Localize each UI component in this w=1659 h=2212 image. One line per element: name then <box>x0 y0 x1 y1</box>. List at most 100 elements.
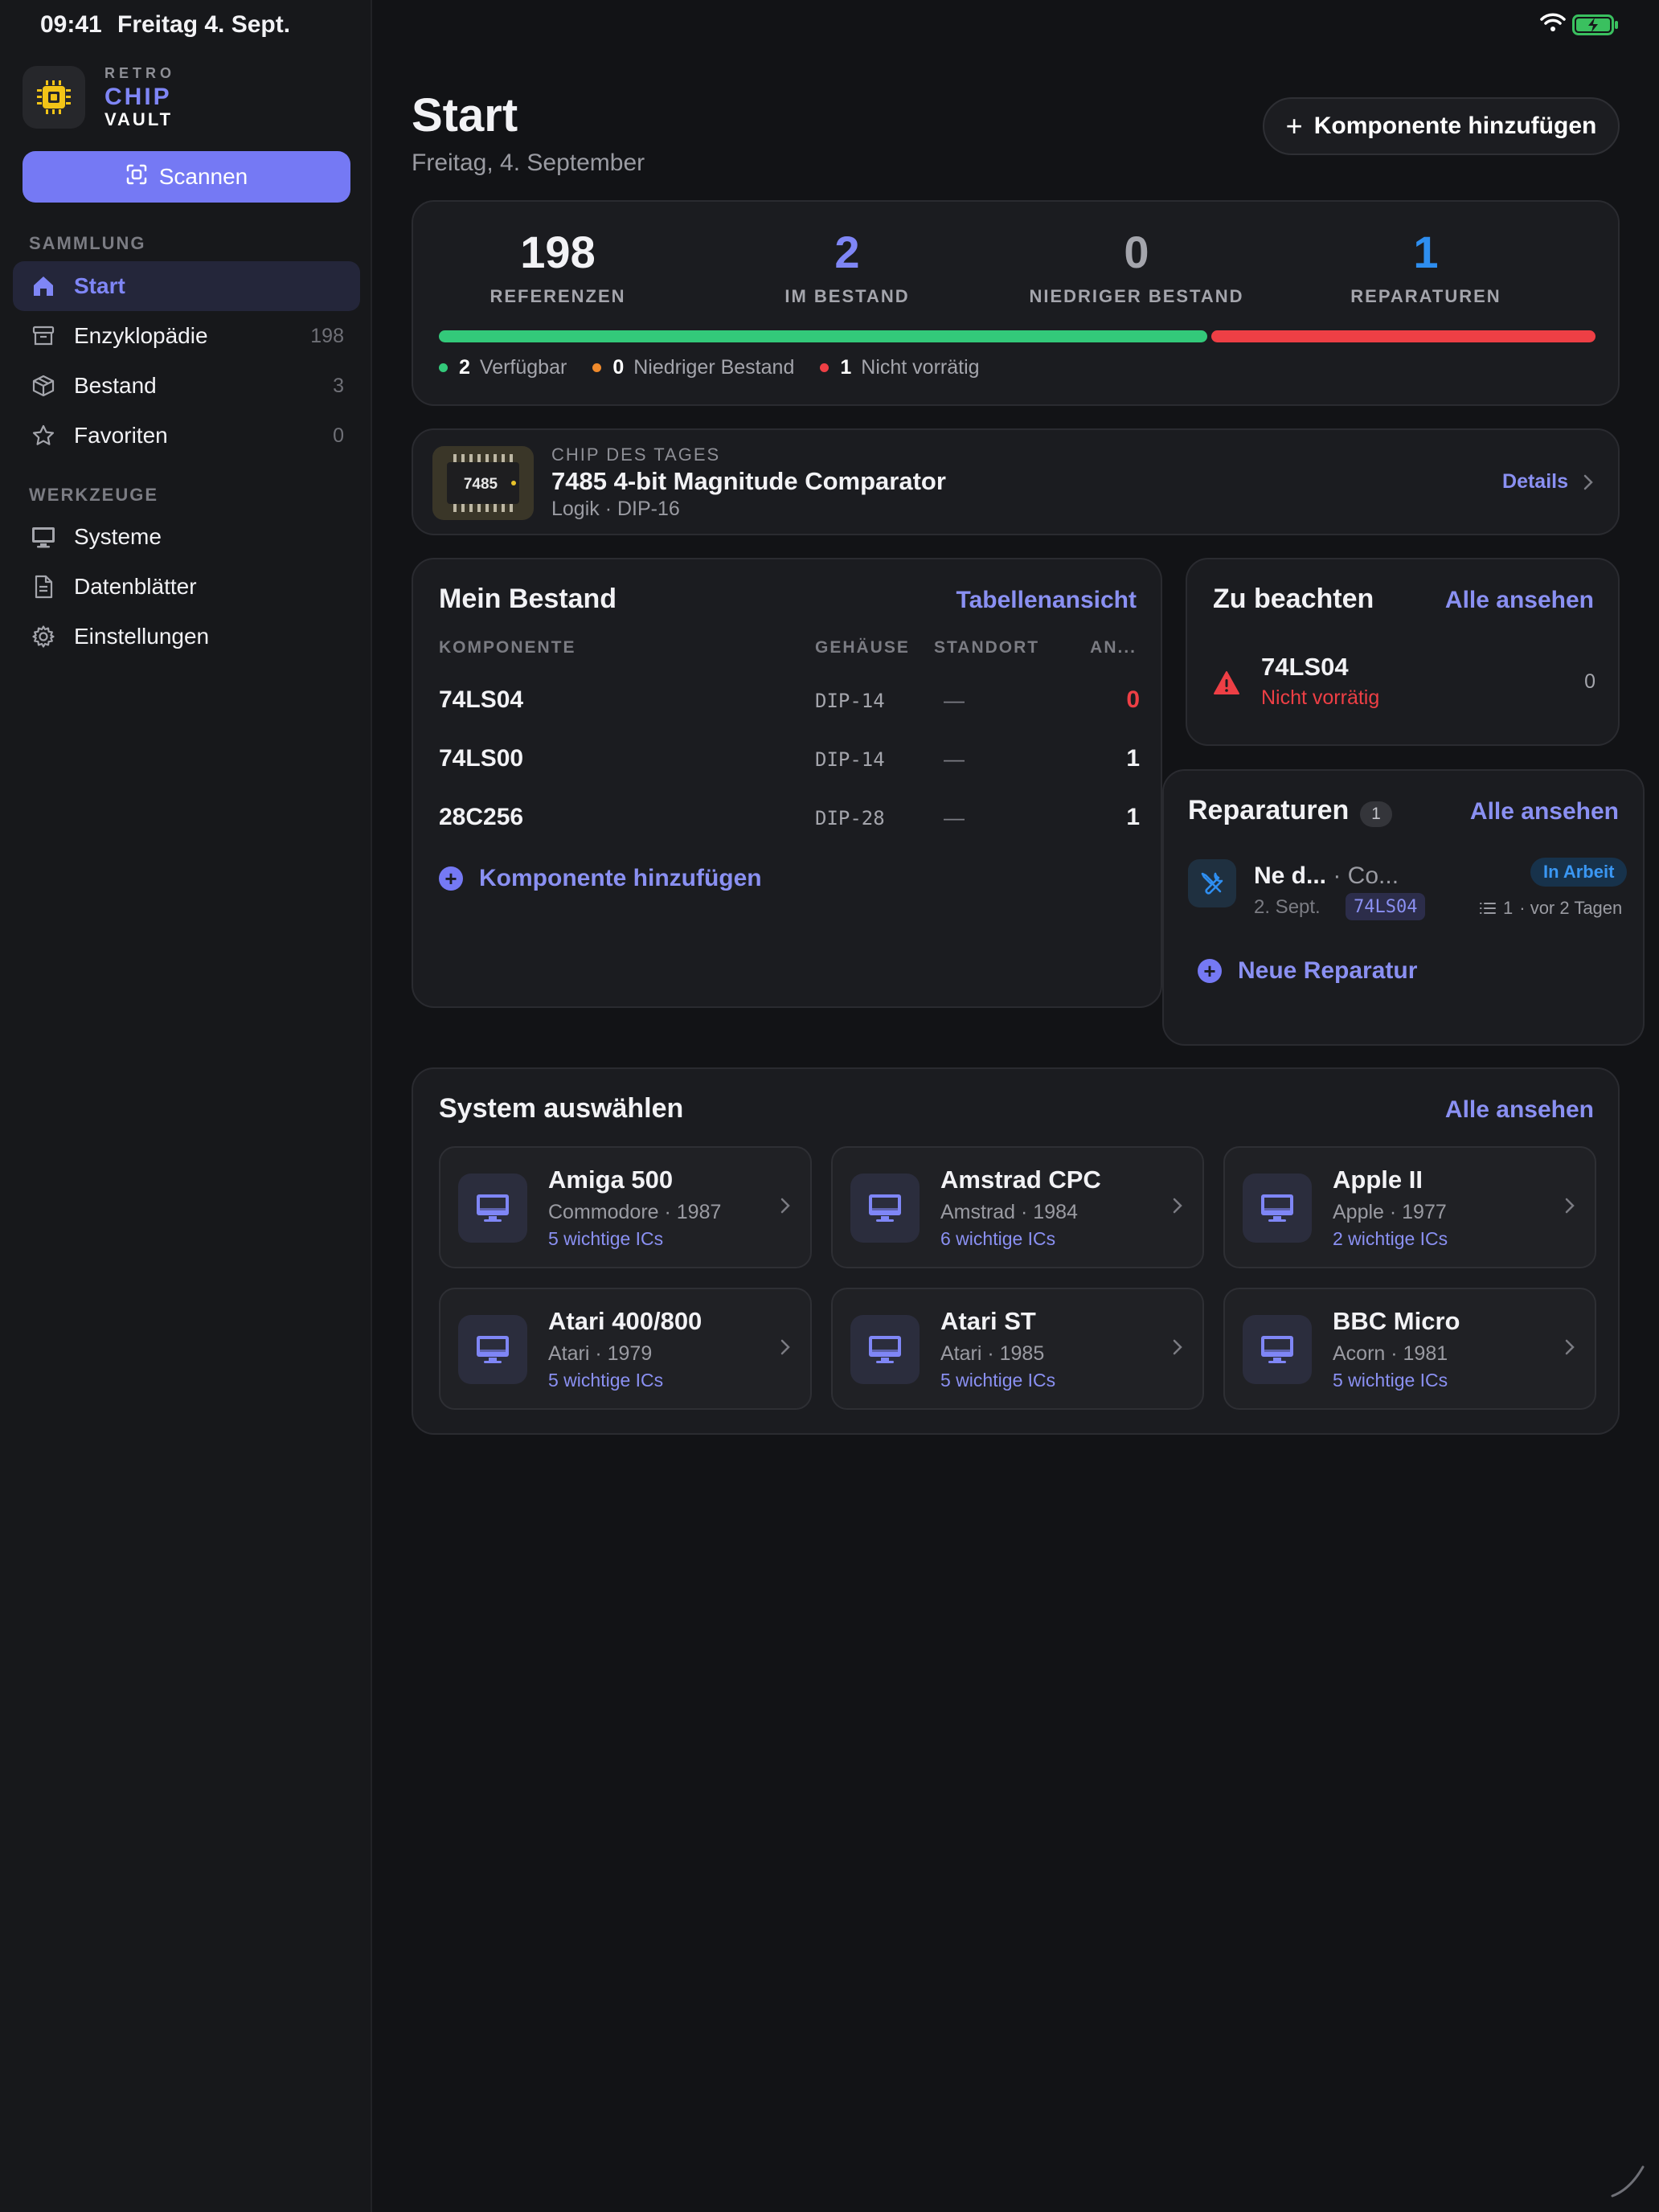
chevron-right-icon <box>1564 1337 1575 1361</box>
sidebar-item-count: 0 <box>333 424 344 447</box>
stats-card: 198 REFERENZEN 2 IM BESTAND 0 NIEDRIGER … <box>412 200 1620 406</box>
table-row[interactable]: 28C256 DIP-28 — 1 <box>439 789 1140 846</box>
chevron-right-icon <box>1172 1337 1183 1361</box>
system-meta: Atari · 1985 <box>940 1342 1045 1365</box>
scan-button[interactable]: Scannen <box>23 151 350 203</box>
chip-of-day-label: CHIP DES TAGES <box>551 444 721 465</box>
inventory-add-component-button[interactable]: + Komponente hinzufügen <box>439 865 762 892</box>
table-row[interactable]: 74LS00 DIP-14 — 1 <box>439 731 1140 787</box>
chip-details-link[interactable]: Details <box>1502 470 1594 494</box>
system-ic-count: 5 wichtige ICs <box>940 1370 1056 1391</box>
cell-package: DIP-28 <box>815 807 885 830</box>
repair-step-count: 1 <box>1503 898 1514 918</box>
sidebar-item-label: Systeme <box>74 524 162 549</box>
stat-label: REFERENZEN <box>490 286 626 306</box>
sidebar-item-encyclopedia[interactable]: Enzyklopädie 198 <box>13 311 360 361</box>
sidebar-item-systems[interactable]: Systeme <box>13 512 360 562</box>
repair-status-badge: In Arbeit <box>1530 858 1628 887</box>
col-header-location[interactable]: STANDORT <box>934 638 1039 657</box>
stat-value: 2 <box>834 227 860 277</box>
system-name: Amstrad CPC <box>940 1165 1101 1194</box>
systems-title: System auswählen <box>439 1093 684 1124</box>
wifi-icon <box>1540 13 1566 36</box>
chip-of-the-day-card[interactable]: 7485 CHIP DES TAGES 7485 4-bit Magnitude… <box>412 428 1620 535</box>
add-component-button[interactable]: + Komponente hinzufügen <box>1263 97 1620 155</box>
scan-icon <box>125 163 159 191</box>
legend-out: 1 Nicht vorrätig <box>820 356 980 379</box>
document-icon <box>29 572 58 601</box>
chip-marking: 7485 <box>464 476 498 493</box>
repairs-title: Reparaturen <box>1188 795 1350 825</box>
system-meta: Commodore · 1987 <box>548 1201 722 1223</box>
sidebar-item-label: Bestand <box>74 373 157 398</box>
system-tile[interactable]: Atari ST Atari · 1985 5 wichtige ICs <box>831 1288 1204 1410</box>
col-header-qty[interactable]: AN... <box>1090 638 1137 657</box>
stat-in-stock[interactable]: 2 IM BESTAND <box>703 226 992 307</box>
sidebar-item-start[interactable]: Start <box>13 261 360 311</box>
stock-legend: 2 Verfügbar 0 Niedriger Bestand 1 Nicht vor… <box>439 356 1006 379</box>
sidebar-item-inventory[interactable]: Bestand 3 <box>13 361 360 411</box>
col-header-component[interactable]: KOMPONENTE <box>439 638 576 657</box>
computer-icon <box>1243 1174 1312 1243</box>
chevron-right-icon <box>1583 474 1593 490</box>
chip-logo-icon <box>23 66 85 129</box>
stat-low-stock[interactable]: 0 NIEDRIGER BESTAND <box>992 226 1281 307</box>
repair-title: Ne d... · Co... <box>1254 862 1399 889</box>
col-header-package[interactable]: GEHÄUSE <box>815 638 910 657</box>
cell-qty: 0 <box>1126 686 1140 713</box>
repairs-card: Reparaturen 1 Alle ansehen Ne d... · Co.… <box>1162 769 1645 1046</box>
system-name: Atari 400/800 <box>548 1307 703 1335</box>
cell-part: 74LS04 <box>439 686 524 713</box>
gear-icon <box>29 622 58 651</box>
monitor-icon <box>29 522 58 551</box>
wrench-screwdriver-icon <box>1188 859 1236 907</box>
system-meta: Atari · 1979 <box>548 1342 653 1365</box>
chip-of-day-name: 7485 4-bit Magnitude Comparator <box>551 467 946 495</box>
system-tile[interactable]: Amstrad CPC Amstrad · 1984 6 wichtige ICs <box>831 1146 1204 1268</box>
systems-card: System auswählen Alle ansehen Amiga 500 C… <box>412 1067 1620 1435</box>
sidebar-item-label: Enzyklopädie <box>74 323 208 348</box>
system-ic-count: 6 wichtige ICs <box>940 1228 1056 1249</box>
systems-see-all-link[interactable]: Alle ansehen <box>1445 1096 1594 1124</box>
repair-item[interactable]: Ne d... · Co... 2. Sept. 74LS04 In Arbei… <box>1188 858 1638 940</box>
sidebar-item-settings[interactable]: Einstellungen <box>13 612 360 662</box>
cell-location: — <box>944 688 965 712</box>
stat-value: 198 <box>520 227 596 277</box>
table-row[interactable]: 74LS04 DIP-14 — 0 <box>439 672 1140 728</box>
system-tile[interactable]: Amiga 500 Commodore · 1987 5 wichtige ICs <box>439 1146 812 1268</box>
add-component-label: Komponente hinzufügen <box>1313 113 1597 139</box>
system-name: Atari ST <box>940 1307 1036 1335</box>
chevron-right-icon <box>780 1196 791 1219</box>
new-repair-button[interactable]: + Neue Reparatur <box>1198 957 1417 985</box>
system-tile[interactable]: BBC Micro Acorn · 1981 5 wichtige ICs <box>1223 1288 1596 1410</box>
attention-item[interactable]: 74LS04 Nicht vorrätig 0 <box>1213 653 1596 717</box>
status-date: Freitag 4. Sept. <box>117 11 291 38</box>
cell-location: — <box>944 747 965 771</box>
computer-icon <box>850 1174 920 1243</box>
repairs-see-all-link[interactable]: Alle ansehen <box>1470 798 1619 825</box>
stat-references[interactable]: 198 REFERENZEN <box>413 226 703 307</box>
system-name: Amiga 500 <box>548 1165 674 1194</box>
sidebar-item-datasheets[interactable]: Datenblätter <box>13 562 360 612</box>
attention-see-all-link[interactable]: Alle ansehen <box>1445 587 1594 614</box>
inventory-title: Mein Bestand <box>439 584 617 614</box>
chip-image: 7485 <box>432 446 534 520</box>
battery-icon <box>1572 14 1620 39</box>
chevron-right-icon <box>1564 1196 1575 1219</box>
repairs-count-badge: 1 <box>1360 801 1392 827</box>
status-time: 09:41 <box>40 11 102 38</box>
system-tile[interactable]: Apple II Apple · 1977 2 wichtige ICs <box>1223 1146 1596 1268</box>
sidebar-item-label: Einstellungen <box>74 624 210 649</box>
repair-date: 2. Sept. <box>1254 896 1321 918</box>
attention-count: 0 <box>1584 670 1596 693</box>
details-label: Details <box>1502 470 1568 493</box>
stat-label: NIEDRIGER BESTAND <box>1029 286 1244 306</box>
system-tile[interactable]: Atari 400/800 Atari · 1979 5 wichtige ICs <box>439 1288 812 1410</box>
resize-handle-icon[interactable] <box>1608 2161 1648 2205</box>
archive-box-icon <box>29 322 58 350</box>
computer-icon <box>850 1315 920 1384</box>
sidebar-item-favorites[interactable]: Favoriten 0 <box>13 411 360 461</box>
table-view-link[interactable]: Tabellenansicht <box>956 587 1137 614</box>
sidebar: RETRO CHIP VAULT Scannen SAMMLUNG Start … <box>0 0 372 2212</box>
stat-repairs[interactable]: 1 REPARATUREN <box>1281 226 1571 307</box>
